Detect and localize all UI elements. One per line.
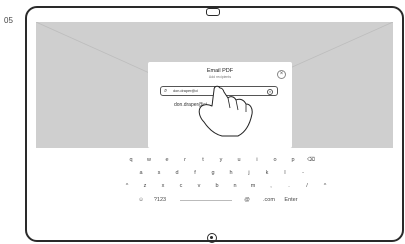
key-row1-7[interactable]: i (250, 156, 264, 164)
dialog-title: Email PDF (206, 68, 234, 74)
key-row2-9[interactable]: - (296, 169, 310, 177)
key-row1-6[interactable]: u (232, 156, 246, 164)
key-row3-4[interactable]: v (192, 182, 206, 190)
key-row3-6[interactable]: n (228, 182, 242, 190)
enter-key[interactable]: Enter (282, 196, 300, 204)
key-row2-0[interactable]: a (134, 169, 148, 177)
key-row1-8[interactable]: o (268, 156, 282, 164)
key-row3-2[interactable]: x (156, 182, 170, 190)
dialog-subtitle: Add recipients (208, 75, 232, 79)
key-row2-8[interactable]: l (278, 169, 292, 177)
search-icon: ⌕ (164, 88, 168, 94)
key-row3-11[interactable]: ^ (318, 182, 332, 190)
key-row3-7[interactable]: m (246, 182, 260, 190)
camera-icon (206, 8, 220, 16)
key-row2-5[interactable]: h (224, 169, 238, 177)
key-row3-10[interactable]: / (300, 182, 314, 190)
key-row2-1[interactable]: s (152, 169, 166, 177)
dotcom-key[interactable]: .com (260, 196, 278, 204)
step-number-label: 05 (4, 16, 13, 25)
key-row1-4[interactable]: t (196, 156, 210, 164)
at-key[interactable]: @ (240, 196, 254, 204)
key-row3-9[interactable]: . (282, 182, 296, 190)
key-row1-1[interactable]: w (142, 156, 156, 164)
key-row1-5[interactable]: y (214, 156, 228, 164)
close-button[interactable]: × (277, 70, 286, 79)
pointing-hand-icon (198, 85, 253, 137)
key-row3-1[interactable]: z (138, 182, 152, 190)
key-row2-3[interactable]: f (188, 169, 202, 177)
key-row3-3[interactable]: c (174, 182, 188, 190)
key-row3-0[interactable]: ^ (120, 182, 134, 190)
key-row1-3[interactable]: r (178, 156, 192, 164)
key-row2-4[interactable]: g (206, 169, 220, 177)
key-row2-7[interactable]: k (260, 169, 274, 177)
key-row1-0[interactable]: q (124, 156, 138, 164)
numbers-key[interactable]: ?123 (150, 196, 170, 204)
key-row3-8[interactable]: , (264, 182, 278, 190)
key-row1-2[interactable]: e (160, 156, 174, 164)
key-row1-9[interactable]: p (286, 156, 300, 164)
key-row1-10[interactable]: ⌫ (304, 156, 318, 164)
home-button[interactable] (207, 233, 217, 243)
key-row3-5[interactable]: b (210, 182, 224, 190)
onscreen-keyboard: q w e r t y u i o p ⌫ asdfghjkl- ^ z x c v b n m,. / ^ ☺ ?1… (36, 148, 393, 230)
emoji-key[interactable]: ☺ (134, 196, 148, 204)
key-row2-6[interactable]: j (242, 169, 256, 177)
key-row2-2[interactable]: d (170, 169, 184, 177)
